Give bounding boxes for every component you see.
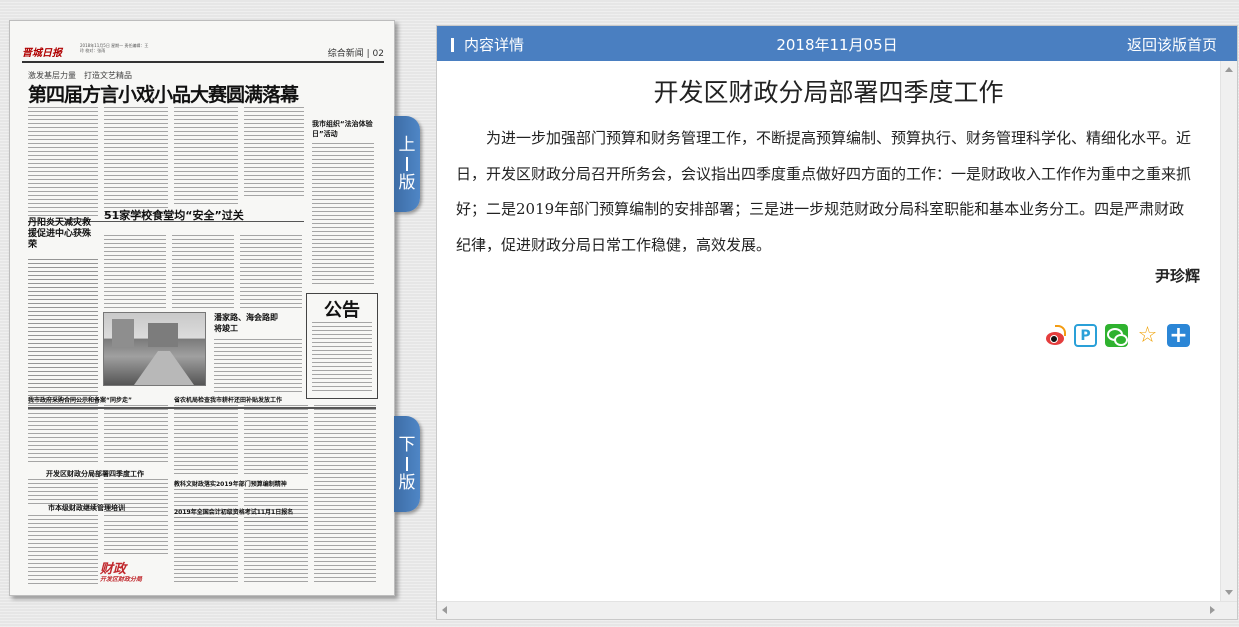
text-column — [104, 521, 168, 555]
newspaper-headline-food[interactable]: 51家学校食堂均“安全”过关 — [104, 207, 244, 223]
newspaper-headline-procure[interactable]: 我市政府采购合同公示和备案“同步走” — [28, 395, 132, 404]
notice-title: 公告 — [324, 300, 360, 321]
text-column — [28, 515, 98, 585]
text-column — [172, 235, 234, 309]
article-author: 尹珍辉 — [1154, 267, 1200, 285]
content-detail-panel: 2018年11月05日 内容详情 返回该版首页 开发区财政分局部署四季度工作 为… — [436, 25, 1238, 620]
more-share-icon[interactable]: + — [1167, 323, 1190, 348]
newspaper-headline-left[interactable]: 丹阳炎天减灾救援促进中心获殊荣 — [28, 218, 98, 251]
share-bar: P ☆ + — [1043, 323, 1190, 348]
text-column — [104, 405, 168, 465]
article-title: 开发区财政分局部署四季度工作 — [653, 78, 1004, 107]
scroll-right-arrow-icon[interactable] — [1210, 606, 1215, 614]
text-column — [312, 143, 374, 287]
vertical-scrollbar[interactable] — [1220, 61, 1237, 601]
text-column — [28, 107, 98, 217]
text-column — [314, 405, 376, 585]
text-column — [28, 479, 98, 505]
advert-logo: 财政 开发区财政分局 — [100, 558, 160, 588]
tencent-weibo-icon[interactable]: P — [1074, 324, 1097, 347]
newspaper-headline-train[interactable]: 市本级财政继续管理培训 — [48, 503, 125, 513]
text-column — [28, 405, 98, 465]
text-column — [244, 517, 308, 585]
text-column — [240, 235, 302, 309]
title-marker — [451, 37, 454, 52]
newspaper-headline-exam[interactable]: 2019年全国会计初级资格考试11月1日报名 — [174, 507, 293, 516]
text-column — [104, 479, 168, 519]
newspaper-headline-budget[interactable]: 开发区财政分局部署四季度工作 — [46, 469, 144, 479]
newspaper-headline-farm[interactable]: 省农机局检查我市耕杆还田补贴发放工作 — [174, 395, 282, 404]
article-body: 为进一步加强部门预算和财务管理工作，不断提高预算编制、预算执行、财务管理科学化、… — [456, 129, 1192, 254]
weibo-icon[interactable] — [1043, 324, 1066, 347]
tab-divider — [406, 457, 408, 471]
notice-box[interactable]: 公告 — [306, 293, 378, 399]
panel-title-group: 内容详情 — [451, 34, 524, 55]
newspaper-page-image[interactable]: 晋城日报 2018年11月5日 星期一 责任编辑：王玲 校对：张雨 综合新闻 |… — [9, 20, 395, 596]
text-column — [214, 339, 302, 395]
wechat-icon[interactable] — [1105, 324, 1128, 347]
text-column — [104, 235, 166, 309]
panel-title: 内容详情 — [464, 36, 525, 54]
next-page-char-2: 版 — [398, 473, 416, 493]
prev-page-char-2: 版 — [398, 173, 416, 193]
text-column — [28, 259, 98, 405]
text-column — [174, 405, 238, 475]
text-column — [244, 405, 308, 475]
newspaper-header: 晋城日报 2018年11月5日 星期一 责任编辑：王玲 校对：张雨 综合新闻 |… — [22, 43, 384, 63]
horizontal-scrollbar[interactable] — [437, 601, 1237, 619]
next-page-char-1: 下 — [398, 435, 416, 455]
text-column — [104, 107, 168, 217]
prev-page-button[interactable]: 上 版 — [394, 116, 420, 212]
qzone-star-icon[interactable]: ☆ — [1136, 323, 1159, 348]
newspaper-main-headline[interactable]: 第四届方言小戏小品大赛圆满落幕 — [28, 80, 299, 107]
news-photo — [103, 312, 206, 386]
newspaper-section: 综合新闻 | 02 — [327, 49, 384, 59]
text-column — [174, 107, 238, 207]
prev-page-char-1: 上 — [398, 135, 416, 155]
article-scroll-area[interactable]: 开发区财政分局部署四季度工作 为进一步加强部门预算和财务管理工作，不断提高预算编… — [437, 61, 1220, 601]
tab-divider — [406, 157, 408, 171]
panel-toolbar: 2018年11月05日 内容详情 返回该版首页 — [437, 26, 1237, 61]
scroll-down-arrow-icon[interactable] — [1225, 590, 1233, 595]
text-column — [312, 322, 372, 392]
scroll-left-arrow-icon[interactable] — [442, 606, 447, 614]
newspaper-headline-law[interactable]: 我市组织“法治体验日”活动 — [312, 119, 376, 139]
text-column — [174, 517, 238, 585]
advert-sub: 开发区财政分局 — [100, 576, 143, 583]
newspaper-issue-line: 2018年11月5日 星期一 责任编辑：王玲 校对：张雨 — [80, 43, 149, 53]
next-page-button[interactable]: 下 版 — [394, 416, 420, 512]
newspaper-headline-road[interactable]: 潘家路、海会路即将竣工 — [214, 312, 284, 334]
newspaper-masthead: 晋城日报 — [22, 48, 62, 59]
text-column — [244, 107, 304, 197]
issue-date: 2018年11月05日 — [776, 36, 898, 54]
newspaper-headline-edu[interactable]: 教科文财政落实2019年部门预算编制精神 — [174, 479, 287, 488]
scroll-up-arrow-icon[interactable] — [1225, 67, 1233, 72]
return-home-link[interactable]: 返回该版首页 — [1127, 34, 1217, 55]
